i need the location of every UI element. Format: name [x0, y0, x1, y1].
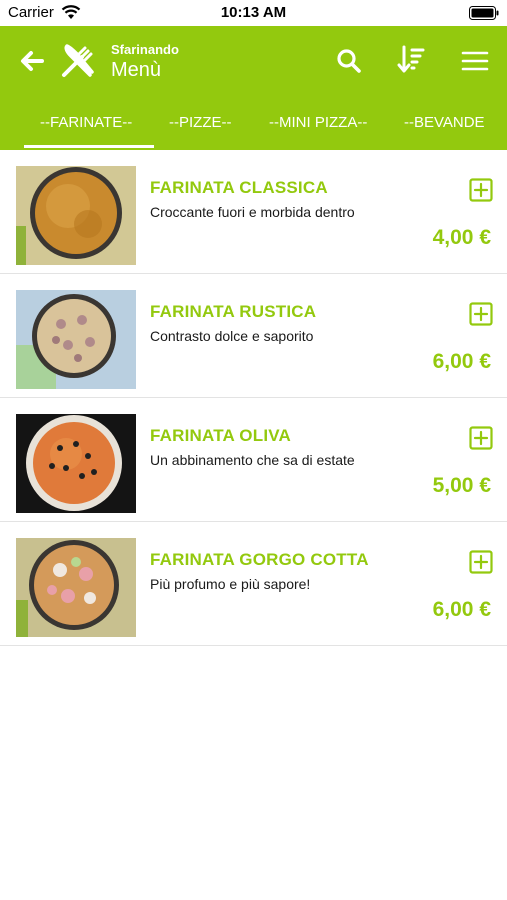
product-image: [16, 538, 136, 637]
utensils-icon: [62, 44, 94, 77]
product-image: [16, 290, 136, 389]
status-time: 10:13 AM: [220, 4, 287, 21]
back-arrow-icon[interactable]: [16, 46, 46, 76]
category-tabs: --FARINATE-- --PIZZE-- --MINI PIZZA-- --…: [0, 108, 507, 150]
item-description: Croccante fuori e morbida dentro: [150, 204, 355, 220]
item-description: Un abbinamento che sa di estate: [150, 452, 355, 468]
item-price: 6,00 €: [432, 350, 491, 373]
list-item[interactable]: FARINATA GORGO COTTA Più profumo e più s…: [0, 522, 507, 646]
item-name: FARINATA RUSTICA: [150, 302, 317, 321]
item-name: FARINATA OLIVA: [150, 426, 291, 445]
item-name: FARINATA GORGO COTTA: [150, 550, 369, 569]
product-image: [16, 166, 136, 265]
add-item-icon[interactable]: [469, 178, 493, 202]
list-item[interactable]: FARINATA OLIVA Un abbinamento che sa di …: [0, 398, 507, 522]
menu-item-list: FARINATA CLASSICA Croccante fuori e morb…: [0, 150, 507, 646]
add-item-icon[interactable]: [469, 302, 493, 326]
page-title: Menù: [111, 59, 162, 81]
tab-farinate[interactable]: --FARINATE--: [40, 114, 132, 131]
status-bar: Carrier 10:13 AM: [0, 0, 507, 26]
product-image: [16, 414, 136, 513]
sort-icon[interactable]: [396, 44, 426, 76]
hamburger-menu-icon[interactable]: [460, 46, 490, 76]
tab-mini-pizza[interactable]: --MINI PIZZA--: [269, 114, 367, 131]
item-name: FARINATA CLASSICA: [150, 178, 328, 197]
selected-tab-indicator: [24, 145, 154, 148]
item-description: Più profumo e più sapore!: [150, 576, 311, 592]
app-bar: Sfarinando Menù --FARINATE-- --PIZZE-- -…: [0, 26, 507, 150]
add-item-icon[interactable]: [469, 426, 493, 450]
list-item[interactable]: FARINATA CLASSICA Croccante fuori e morb…: [0, 150, 507, 274]
list-item[interactable]: FARINATA RUSTICA Contrasto dolce e sapor…: [0, 274, 507, 398]
tab-pizze[interactable]: --PIZZE--: [169, 114, 231, 131]
battery-icon: [469, 6, 499, 20]
item-price: 5,00 €: [432, 474, 491, 497]
item-description: Contrasto dolce e saporito: [150, 328, 314, 344]
search-icon[interactable]: [334, 46, 364, 76]
app-subtitle: Sfarinando: [111, 42, 179, 57]
item-price: 6,00 €: [432, 598, 491, 621]
add-item-icon[interactable]: [469, 550, 493, 574]
item-price: 4,00 €: [432, 226, 491, 249]
tab-bevande[interactable]: --BEVANDE: [404, 114, 485, 131]
